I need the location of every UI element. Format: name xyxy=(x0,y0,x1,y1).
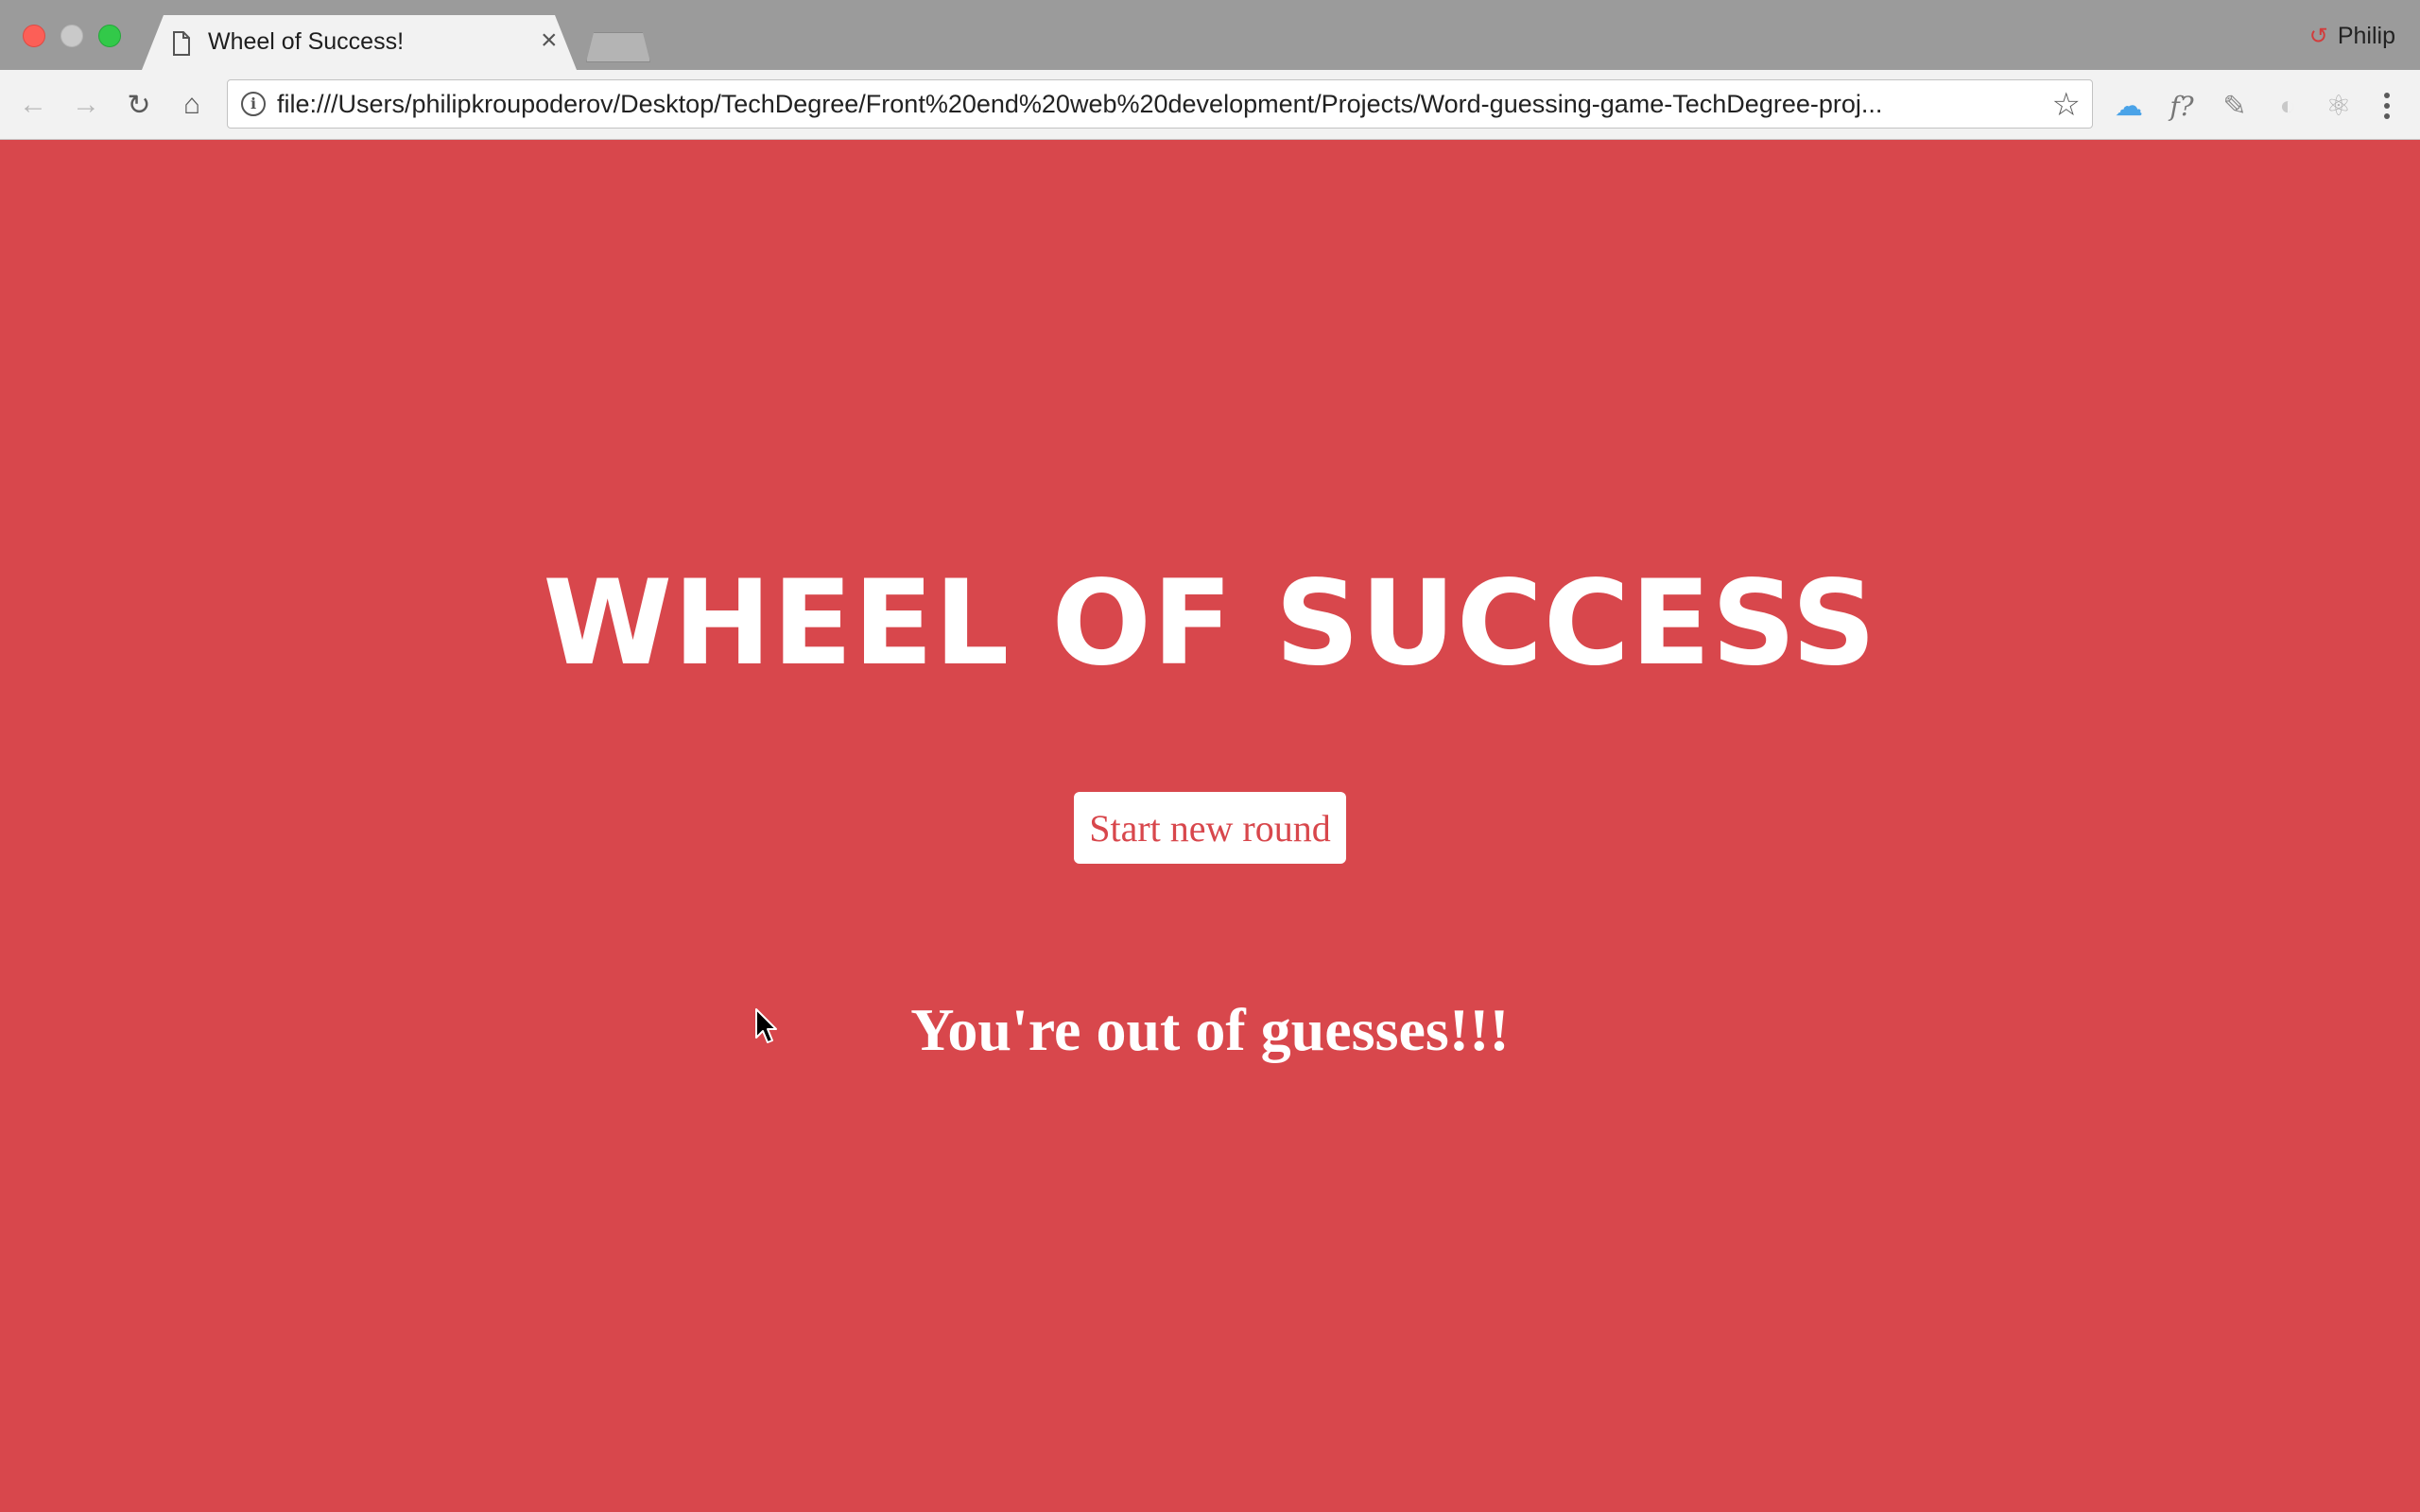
home-icon: ⌂ xyxy=(182,89,201,120)
page-icon xyxy=(173,31,190,56)
forward-arrow-icon: → xyxy=(72,89,100,120)
swirl-icon[interactable]: ◐ xyxy=(2271,89,2305,123)
info-icon[interactable]: i xyxy=(241,92,266,116)
reload-button[interactable]: ↻ xyxy=(121,87,157,123)
home-button[interactable]: ⌂ xyxy=(174,87,210,123)
react-glyph: ⚛ xyxy=(2325,90,2352,122)
game-title: WHEEL OF SUCCESS xyxy=(543,556,1877,692)
profile-button[interactable]: ↺ Philip xyxy=(2309,23,2395,50)
address-bar[interactable]: i file:///Users/philipkroupoderov/Deskto… xyxy=(227,79,2093,129)
new-tab-button[interactable] xyxy=(586,32,650,62)
back-button[interactable]: ← xyxy=(15,87,51,123)
window-minimize-button[interactable] xyxy=(60,25,83,47)
result-message: You're out of guesses!!! xyxy=(910,996,1510,1063)
tab-strip: Wheel of Success! × ↺ Philip xyxy=(0,0,2420,70)
url-text[interactable]: file:///Users/philipkroupoderov/Desktop/… xyxy=(277,90,2045,119)
mouse-cursor-icon xyxy=(755,1008,777,1043)
bookmark-star-icon[interactable]: ☆ xyxy=(2052,86,2081,124)
pen-glyph: ✎ xyxy=(2222,90,2247,122)
browser-toolbar: ← → ↻ ⌂ i file:///Users/philipkroupodero… xyxy=(0,70,2420,140)
more-menu-icon[interactable] xyxy=(2373,87,2401,125)
function-glyph: f? xyxy=(2169,90,2194,122)
back-arrow-icon: ← xyxy=(19,89,47,120)
profile-name: Philip xyxy=(2337,23,2395,49)
browser-window: Wheel of Success! × ↺ Philip ← → ↻ ⌂ i f… xyxy=(0,0,2420,1512)
reload-icon: ↻ xyxy=(127,89,151,121)
forward-button[interactable]: → xyxy=(68,87,104,123)
tab-close-icon[interactable]: × xyxy=(541,25,558,57)
swirl-glyph: ◐ xyxy=(2279,91,2296,120)
function-icon[interactable]: f? xyxy=(2165,89,2199,123)
window-close-button[interactable] xyxy=(23,25,45,47)
window-maximize-button[interactable] xyxy=(98,25,121,47)
cloud-glyph: ☁ xyxy=(2115,90,2143,122)
pen-icon[interactable]: ✎ xyxy=(2218,89,2252,123)
tab-title: Wheel of Success! xyxy=(208,28,405,55)
profile-sync-icon: ↺ xyxy=(2308,24,2328,49)
cloud-icon[interactable]: ☁ xyxy=(2112,89,2146,123)
react-icon[interactable]: ⚛ xyxy=(2322,89,2356,123)
start-new-round-button[interactable]: Start new round xyxy=(1074,792,1346,864)
page-viewport: WHEEL OF SUCCESS Start new round You're … xyxy=(0,140,2420,1512)
